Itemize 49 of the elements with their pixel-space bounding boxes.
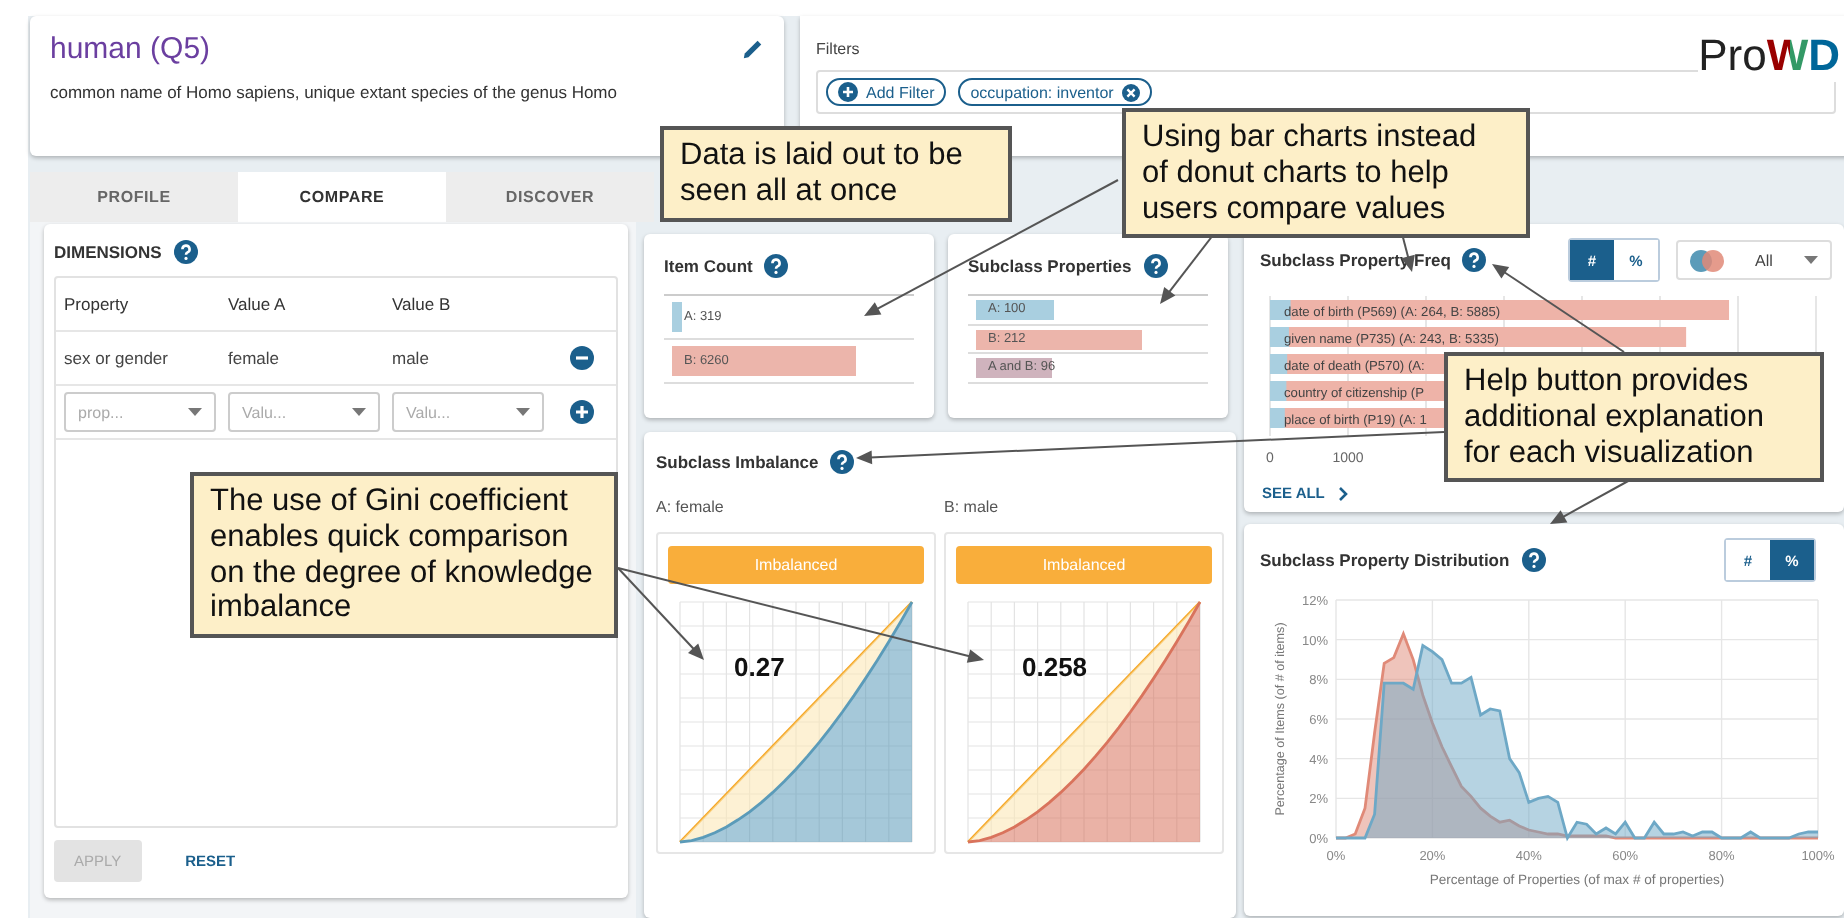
gini-value: 0.258 — [1022, 652, 1088, 682]
entity-description: common name of Homo sapiens, unique extant species of the genus Homo — [50, 82, 619, 102]
status-badge: Imbalanced — [668, 546, 924, 584]
column-header: Value A — [228, 294, 288, 314]
remove-icon[interactable] — [570, 346, 594, 370]
card-title: Item Count — [664, 256, 753, 276]
card-title: Subclass Properties — [968, 256, 1132, 276]
add-icon[interactable] — [570, 400, 594, 424]
help-icon[interactable] — [764, 254, 789, 278]
group-label: A: female — [656, 498, 724, 516]
callout-note: The use of Gini coefficient enables quick comparison on the degree of knowledge imbalance — [190, 472, 618, 639]
add-filter-button[interactable]: Add Filter — [826, 78, 947, 106]
tab[interactable]: COMPARE — [238, 172, 446, 222]
callout-note: Data is laid out to be seen all at once — [660, 126, 1012, 222]
column-header: Value B — [392, 294, 453, 314]
caret-icon — [352, 408, 366, 416]
help-icon[interactable] — [1521, 548, 1546, 572]
tab[interactable]: DISCOVER — [446, 172, 654, 222]
pencil-icon[interactable] — [742, 38, 764, 60]
tab[interactable]: PROFILE — [30, 172, 238, 222]
callout-arrow — [1550, 479, 1631, 524]
set-dropdown[interactable]: All — [1676, 240, 1832, 280]
group-label: B: male — [944, 498, 999, 516]
venn-icon — [1690, 249, 1724, 271]
help-icon[interactable] — [1462, 248, 1487, 272]
entity-title: human (Q5) — [50, 32, 211, 66]
chevron-icon — [1338, 485, 1349, 501]
table-cell-text: male — [392, 348, 431, 368]
table-cell-text: sex or gender — [64, 348, 170, 368]
filters-label: Filters — [816, 40, 860, 58]
callout-note: Help button provides additional explanation for each visualization — [1444, 352, 1824, 483]
help-icon[interactable] — [1143, 254, 1168, 278]
help-icon[interactable] — [173, 240, 198, 264]
card-title: Subclass Imbalance — [656, 452, 819, 472]
card-title: Subclass Property Distribution — [1260, 550, 1510, 570]
caret-icon — [1803, 256, 1818, 264]
status-badge: Imbalanced — [956, 546, 1212, 584]
close-icon[interactable] — [1121, 83, 1140, 101]
callout-note: Using bar charts instead of donut charts to help users compare values — [1122, 108, 1530, 239]
column-header: Property — [64, 294, 131, 314]
caret-icon — [188, 408, 202, 416]
caret-icon — [516, 408, 530, 416]
help-icon[interactable] — [830, 450, 855, 474]
filter-chip[interactable]: occupation: inventor — [958, 78, 1152, 106]
table-cell-text: female — [228, 348, 282, 368]
section-title: DIMENSIONS — [54, 242, 162, 262]
card-title: Subclass Property Freq — [1260, 250, 1451, 270]
plus-icon — [838, 82, 858, 102]
gini-value: 0.27 — [734, 652, 785, 682]
